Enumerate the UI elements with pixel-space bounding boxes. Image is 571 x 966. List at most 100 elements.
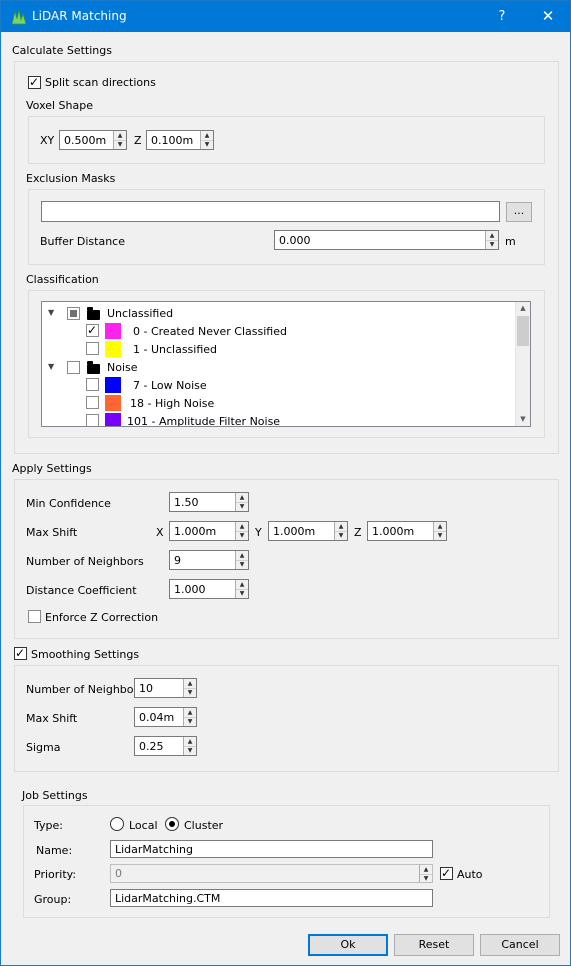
job-name-input[interactable]: LidarMatching bbox=[110, 840, 433, 858]
spin-down-icon[interactable]: ▼ bbox=[236, 502, 248, 511]
split-scan-label: Split scan directions bbox=[45, 76, 156, 89]
max-shift-z-spinbox[interactable]: 1.000m ▲ ▼ bbox=[367, 521, 447, 541]
auto-label: Auto bbox=[457, 868, 483, 881]
y-label: Y bbox=[255, 526, 262, 539]
type-label: Type: bbox=[34, 819, 63, 832]
item-checkbox[interactable] bbox=[86, 396, 99, 409]
split-scan-checkbox[interactable]: ✓ bbox=[28, 75, 41, 89]
classification-title: Classification bbox=[26, 273, 99, 286]
color-swatch bbox=[105, 395, 121, 411]
cluster-radio[interactable] bbox=[165, 817, 179, 831]
tree-group-unclassified[interactable]: ▼ Unclassified bbox=[42, 305, 518, 323]
expand-arrow-icon[interactable]: ▼ bbox=[48, 308, 54, 317]
color-swatch bbox=[105, 377, 121, 393]
spin-down-icon[interactable]: ▼ bbox=[420, 874, 432, 883]
distance-coefficient-spinbox[interactable]: 1.000 ▲ ▼ bbox=[169, 579, 249, 599]
tree-item-label: 7 - Low Noise bbox=[133, 379, 207, 392]
max-shift-y-spinbox[interactable]: 1.000m ▲ ▼ bbox=[268, 521, 348, 541]
window-title: LiDAR Matching bbox=[32, 9, 127, 23]
item-checkbox[interactable] bbox=[86, 378, 99, 391]
tree-item[interactable]: 18 - High Noise bbox=[42, 395, 518, 413]
exclusion-masks-title: Exclusion Masks bbox=[26, 172, 116, 185]
tree-item-label: 101 - Amplitude Filter Noise bbox=[127, 415, 281, 427]
ok-button[interactable]: Ok bbox=[308, 934, 388, 956]
browse-button[interactable]: ... bbox=[506, 202, 532, 222]
spin-down-icon[interactable]: ▼ bbox=[184, 688, 196, 697]
xy-spinbox[interactable]: 0.500m ▲ ▼ bbox=[59, 130, 127, 150]
min-confidence-label: Min Confidence bbox=[26, 497, 111, 510]
spin-down-icon[interactable]: ▼ bbox=[201, 140, 213, 149]
smoothing-settings-checkbox[interactable]: ✓ bbox=[14, 646, 27, 660]
tree-item[interactable]: 1 - Unclassified bbox=[42, 341, 518, 359]
scroll-thumb[interactable] bbox=[517, 316, 529, 346]
color-swatch bbox=[105, 341, 121, 357]
spin-down-icon[interactable]: ▼ bbox=[335, 531, 347, 540]
enforce-z-correction-label: Enforce Z Correction bbox=[45, 611, 159, 624]
item-checkbox[interactable] bbox=[86, 414, 99, 426]
tree-group-noise[interactable]: ▼ Noise bbox=[42, 359, 518, 377]
spin-down-icon[interactable]: ▼ bbox=[184, 746, 196, 755]
sigma-spinbox[interactable]: 0.25 ▲ ▼ bbox=[134, 736, 197, 756]
reset-button[interactable]: Reset bbox=[394, 934, 474, 956]
close-button[interactable]: ✕ bbox=[531, 1, 565, 32]
tree-item[interactable]: 7 - Low Noise bbox=[42, 377, 518, 395]
folder-icon bbox=[87, 361, 100, 374]
expand-arrow-icon[interactable]: ▼ bbox=[48, 362, 54, 371]
folder-icon bbox=[87, 307, 100, 320]
sigma-label: Sigma bbox=[26, 741, 61, 754]
number-of-neighbors-label: Number of Neighbors bbox=[26, 555, 144, 568]
distance-coefficient-label: Distance Coefficient bbox=[26, 584, 137, 597]
voxel-shape-title: Voxel Shape bbox=[26, 99, 93, 112]
auto-checkbox[interactable]: ✓ bbox=[440, 866, 453, 880]
group-checkbox[interactable] bbox=[67, 307, 80, 320]
buffer-distance-spinbox[interactable]: 0.000 ▲ ▼ bbox=[274, 230, 499, 250]
app-icon bbox=[11, 9, 27, 25]
enforce-z-correction-checkbox[interactable] bbox=[28, 610, 41, 623]
spin-down-icon[interactable]: ▼ bbox=[434, 531, 446, 540]
priority-label: Priority: bbox=[34, 868, 77, 881]
smooth-neighbors-spinbox[interactable]: 10 ▲ ▼ bbox=[134, 678, 197, 698]
scroll-up-icon[interactable]: ▲ bbox=[516, 302, 530, 315]
group-checkbox[interactable] bbox=[67, 361, 80, 374]
local-radio[interactable] bbox=[110, 817, 124, 831]
smooth-max-shift-spinbox[interactable]: 0.04m ▲ ▼ bbox=[134, 707, 197, 727]
spin-down-icon[interactable]: ▼ bbox=[486, 240, 498, 249]
z-label: Z bbox=[134, 134, 142, 147]
item-checkbox[interactable] bbox=[86, 342, 99, 355]
buffer-distance-label: Buffer Distance bbox=[40, 235, 125, 248]
tree-item-label: 18 - High Noise bbox=[130, 397, 215, 410]
job-settings-title: Job Settings bbox=[22, 789, 88, 802]
color-swatch bbox=[105, 413, 121, 426]
spin-down-icon[interactable]: ▼ bbox=[236, 531, 248, 540]
exclusion-mask-input[interactable] bbox=[41, 201, 500, 222]
tree-scrollbar[interactable]: ▲ ▼ bbox=[515, 302, 530, 426]
min-confidence-spinbox[interactable]: 1.50 ▲ ▼ bbox=[169, 492, 249, 512]
item-checkbox[interactable]: ✓ bbox=[86, 323, 99, 337]
buffer-unit-label: m bbox=[505, 235, 516, 248]
smooth-neighbors-label: Number of Neighbors bbox=[26, 683, 144, 696]
z-label: Z bbox=[354, 526, 362, 539]
spin-down-icon[interactable]: ▼ bbox=[236, 589, 248, 598]
cluster-label: Cluster bbox=[184, 819, 224, 832]
scroll-down-icon[interactable]: ▼ bbox=[516, 413, 530, 426]
z-spinbox[interactable]: 0.100m ▲ ▼ bbox=[146, 130, 214, 150]
smoothing-settings-group bbox=[14, 665, 559, 772]
priority-spinbox[interactable]: 0 ▲ ▼ bbox=[110, 864, 433, 883]
help-button[interactable]: ? bbox=[487, 1, 517, 32]
spin-down-icon[interactable]: ▼ bbox=[114, 140, 126, 149]
spin-down-icon[interactable]: ▼ bbox=[236, 560, 248, 569]
tree-item[interactable]: ✓ 0 - Created Never Classified bbox=[42, 323, 518, 341]
classification-tree[interactable]: ▼ Unclassified ✓ 0 - Created Never Class… bbox=[41, 301, 531, 427]
max-shift-label: Max Shift bbox=[26, 526, 78, 539]
tree-item[interactable]: 101 - Amplitude Filter Noise bbox=[42, 413, 518, 427]
color-swatch bbox=[105, 323, 121, 339]
job-group-input[interactable]: LidarMatching.CTM bbox=[110, 889, 433, 907]
number-of-neighbors-spinbox[interactable]: 9 ▲ ▼ bbox=[169, 550, 249, 570]
spin-down-icon[interactable]: ▼ bbox=[184, 717, 196, 726]
smoothing-settings-title: Smoothing Settings bbox=[31, 648, 140, 661]
max-shift-x-spinbox[interactable]: 1.000m ▲ ▼ bbox=[169, 521, 249, 541]
tree-group-label: Unclassified bbox=[107, 307, 174, 320]
cancel-button[interactable]: Cancel bbox=[480, 934, 560, 956]
name-label: Name: bbox=[36, 844, 73, 857]
calculate-settings-title: Calculate Settings bbox=[12, 44, 112, 57]
